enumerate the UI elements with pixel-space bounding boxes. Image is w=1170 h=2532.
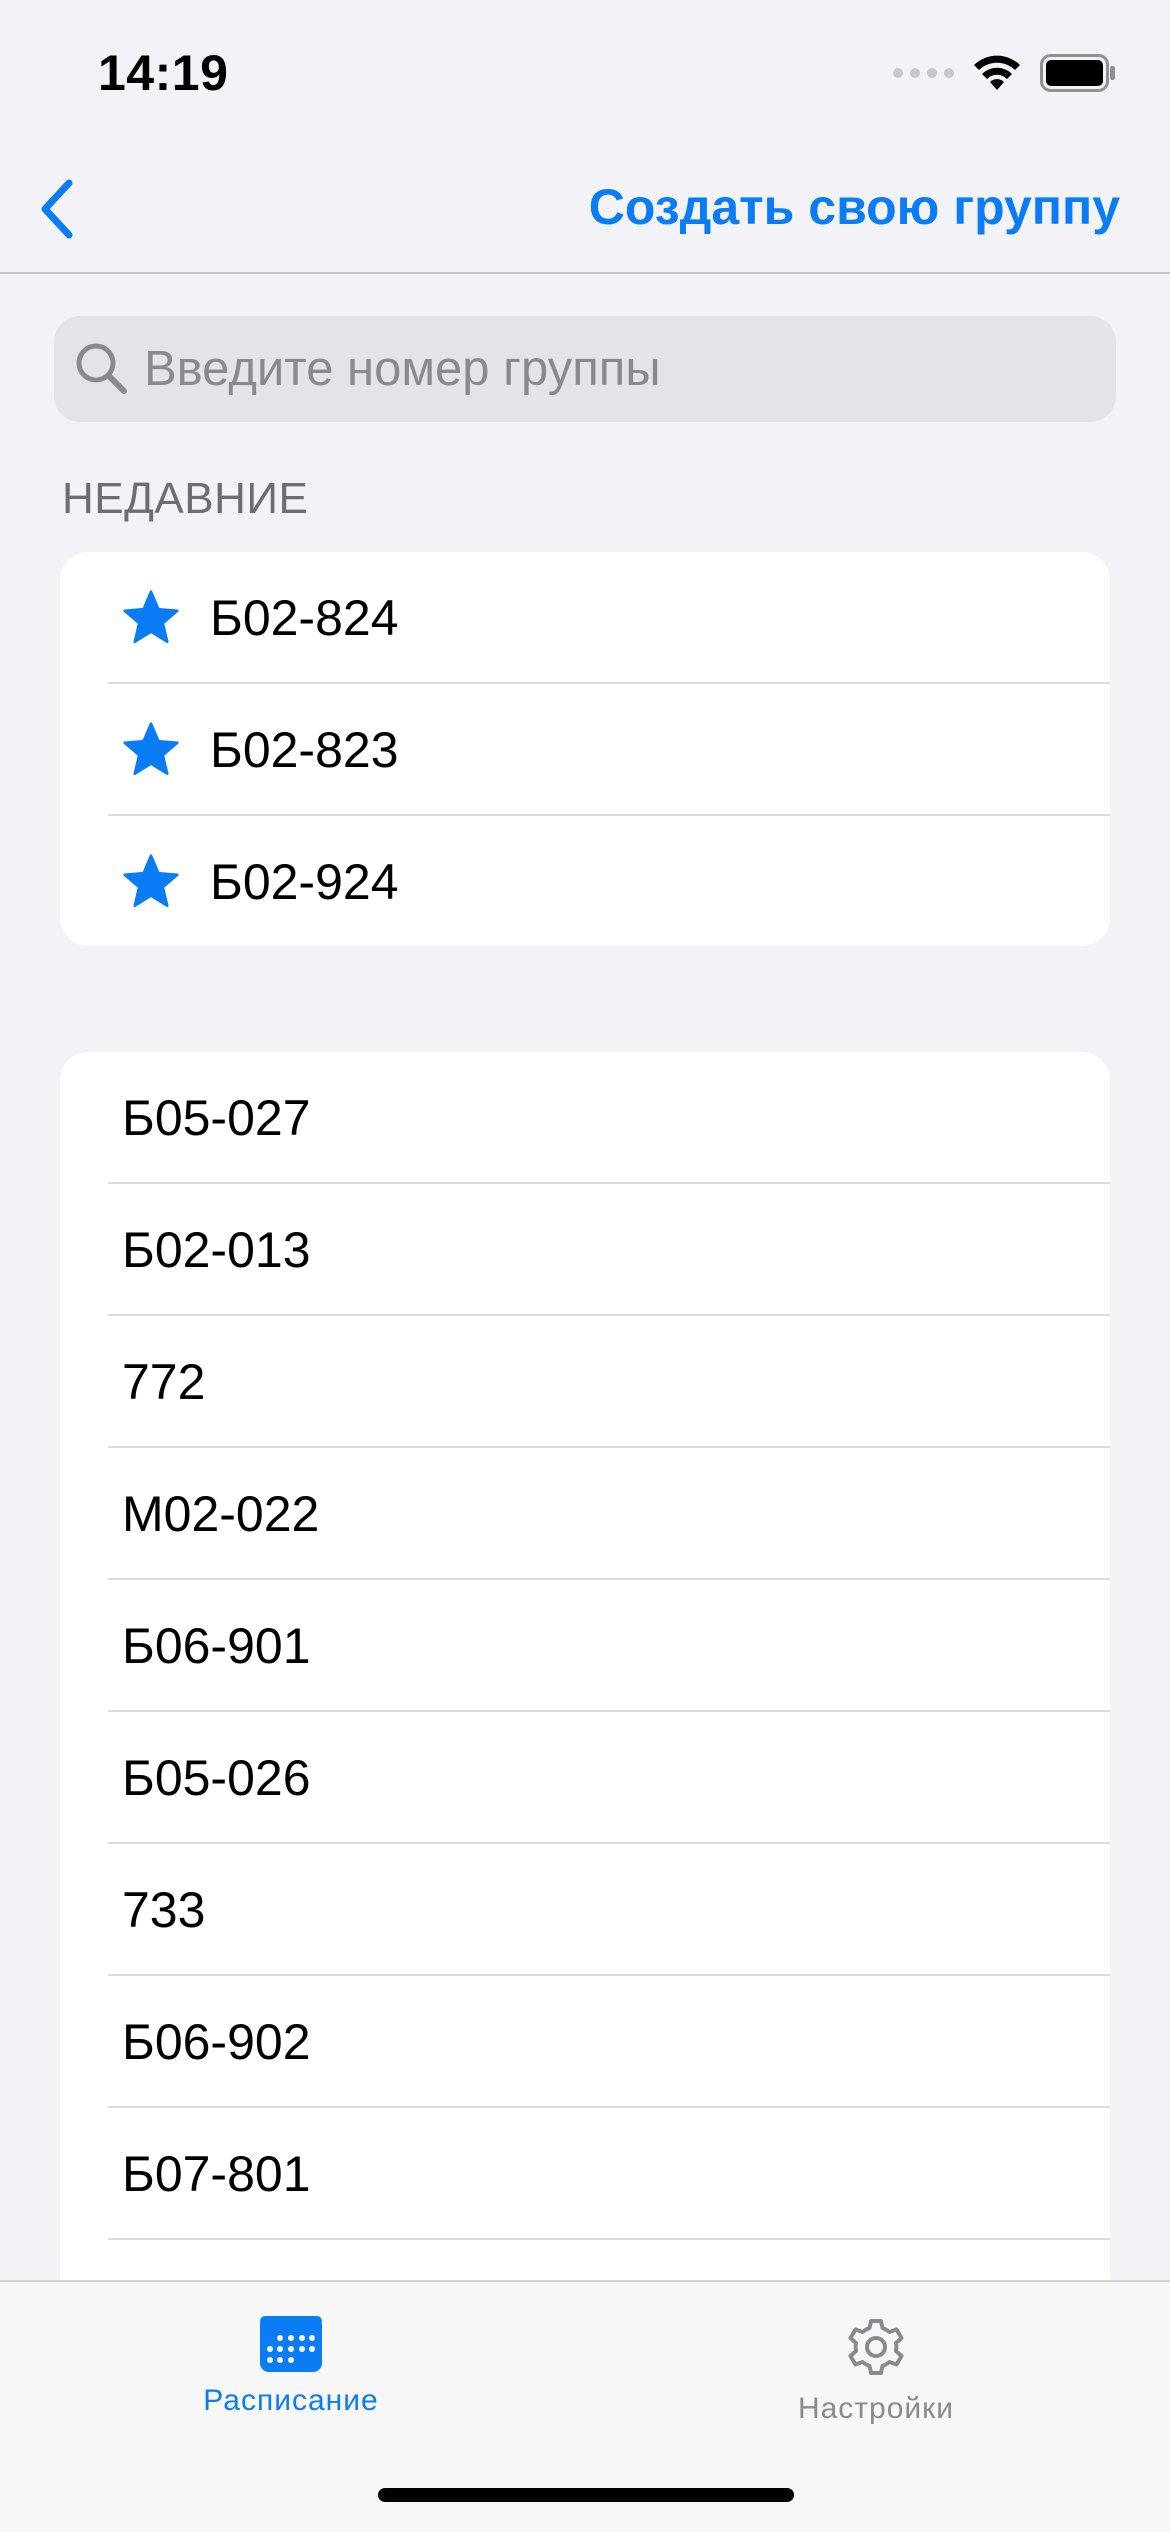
home-indicator [378, 2488, 794, 2502]
tab-schedule-label: Расписание [203, 2384, 379, 2417]
group-label: 733 [122, 1882, 206, 1938]
group-label: Б02-013 [122, 1222, 311, 1278]
calendar-icon [260, 2316, 322, 2372]
create-group-button[interactable]: Создать свою группу [589, 178, 1120, 236]
star-icon [123, 854, 179, 908]
group-label: Б05-027 [122, 1090, 311, 1146]
tab-schedule[interactable]: Расписание [141, 2312, 441, 2418]
group-row[interactable]: М02-022 [60, 1448, 1110, 1580]
group-label: М02-022 [122, 1486, 320, 1542]
tab-bar: Расписание Настройки [0, 2280, 1170, 2532]
group-label: Б02-823 [210, 722, 399, 778]
group-label: Б07-801 [122, 2146, 311, 2202]
groups-list: Б05-027 Б02-013 772 М02-022 Б06-901 Б05-… [60, 1052, 1110, 2282]
group-row[interactable]: 733 [60, 1844, 1110, 1976]
group-row[interactable]: Б05-027 [60, 1052, 1110, 1184]
navigation-bar: Создать свою группу [0, 150, 1170, 274]
group-label: Б05-026 [122, 1750, 311, 1806]
search-input[interactable] [144, 341, 1074, 397]
group-label: Б06-902 [122, 2014, 311, 2070]
back-button[interactable] [22, 174, 92, 244]
group-row[interactable]: Б07-801 [60, 2108, 1110, 2240]
tab-settings[interactable]: Настройки [726, 2312, 1026, 2426]
wifi-icon [974, 55, 1020, 90]
star-icon [123, 590, 179, 644]
group-row[interactable]: Б05-026 [60, 1712, 1110, 1844]
group-row[interactable]: Б06-901 [60, 1580, 1110, 1712]
tab-settings-label: Настройки [797, 2392, 955, 2425]
chevron-left-icon [41, 179, 73, 239]
recent-group-row[interactable]: Б02-824 [60, 552, 1110, 684]
recent-group-row[interactable]: Б02-924 [60, 816, 1110, 946]
group-label: Б06-901 [122, 1618, 311, 1674]
battery-icon [1040, 54, 1115, 92]
gear-icon [848, 2319, 904, 2375]
group-label: 772 [122, 1354, 206, 1410]
status-time: 14:19 [98, 45, 229, 101]
group-row[interactable]: Б02-013 [60, 1184, 1110, 1316]
search-icon [76, 343, 127, 394]
group-row[interactable]: 772 [60, 1316, 1110, 1448]
status-bar: 14:19 [0, 0, 1170, 150]
group-label: Б02-924 [210, 854, 399, 910]
group-row[interactable]: Б06-902 [60, 1976, 1110, 2108]
search-bar[interactable] [54, 316, 1116, 422]
star-icon [123, 722, 179, 776]
status-icons [893, 54, 1116, 92]
group-label: Б02-824 [210, 590, 399, 646]
cellular-signal-icon [893, 68, 954, 78]
recent-group-row[interactable]: Б02-823 [60, 684, 1110, 816]
recent-section-header: НЕДАВНИЕ [62, 474, 309, 523]
recent-groups-list: Б02-824 Б02-823 Б02-924 [60, 552, 1110, 946]
